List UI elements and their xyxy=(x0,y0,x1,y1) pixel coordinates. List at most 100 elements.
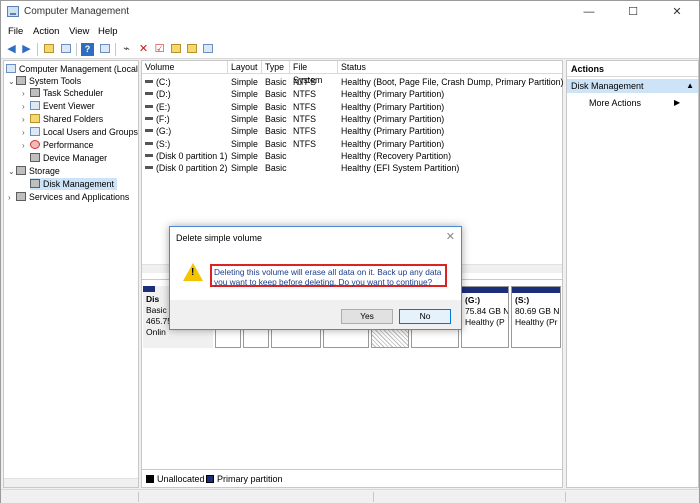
table-cell[interactable]: NTFS xyxy=(293,138,340,150)
partition-s[interactable]: (S:) 80.69 GB N Healthy (Pr xyxy=(511,286,561,348)
minimize-button[interactable]: — xyxy=(567,1,611,23)
up-folder-icon[interactable] xyxy=(42,43,55,56)
forward-icon[interactable]: ▶ xyxy=(20,43,33,56)
tree-device-manager[interactable]: Device Manager xyxy=(30,152,107,164)
chevron-right-icon[interactable]: › xyxy=(22,140,30,152)
collapse-up-icon[interactable]: ▲ xyxy=(686,79,694,93)
search-folder-icon[interactable] xyxy=(185,43,198,56)
table-cell[interactable]: Basic xyxy=(265,138,292,150)
chevron-right-icon[interactable]: › xyxy=(22,101,30,113)
no-button[interactable]: No xyxy=(399,309,451,324)
connect-icon[interactable]: ⌁ xyxy=(120,43,133,56)
shared-folder-icon xyxy=(30,114,40,123)
table-cell[interactable]: Simple xyxy=(231,88,264,100)
menu-action[interactable]: Action xyxy=(33,26,59,37)
tree-event-viewer[interactable]: › Event Viewer xyxy=(22,100,95,112)
menu-view[interactable]: View xyxy=(69,26,89,37)
column-layout[interactable]: Layout xyxy=(228,61,262,74)
dialog-message: Deleting this volume will erase all data… xyxy=(210,264,447,287)
table-cell[interactable]: Simple xyxy=(231,101,264,113)
table-cell[interactable]: NTFS xyxy=(293,88,340,100)
computer-management-icon xyxy=(7,6,19,17)
actions-disk-management[interactable]: Disk Management ▲ xyxy=(567,79,698,93)
volume-cell[interactable]: (S:) xyxy=(145,138,229,150)
checklist-icon[interactable]: ☑ xyxy=(153,43,166,56)
chevron-right-icon[interactable]: › xyxy=(22,114,30,126)
show-hide-tree-icon[interactable] xyxy=(59,43,72,56)
tree-shared-folders[interactable]: › Shared Folders xyxy=(22,113,103,125)
table-cell[interactable]: Simple xyxy=(231,138,264,150)
chevron-right-icon[interactable]: › xyxy=(22,127,30,139)
table-cell[interactable] xyxy=(293,162,340,174)
column-status[interactable]: Status xyxy=(338,61,562,74)
tree-task-scheduler[interactable]: › Task Scheduler xyxy=(22,87,103,99)
table-cell[interactable]: Simple xyxy=(231,150,264,162)
table-cell[interactable]: Basic xyxy=(265,162,292,174)
volume-cell[interactable]: (Disk 0 partition 1) xyxy=(145,150,229,162)
tree-local-users[interactable]: › Local Users and Groups xyxy=(22,126,138,138)
table-cell[interactable]: NTFS xyxy=(293,113,340,125)
list-view-icon[interactable] xyxy=(201,43,214,56)
table-cell[interactable]: Basic xyxy=(265,76,292,88)
table-cell[interactable]: Healthy (Boot, Page File, Crash Dump, Pr… xyxy=(341,76,563,88)
table-cell[interactable]: Basic xyxy=(265,88,292,100)
column-file-system[interactable]: File System xyxy=(290,61,338,85)
chevron-right-icon[interactable]: › xyxy=(22,88,30,100)
chevron-right-icon[interactable]: › xyxy=(8,192,16,204)
more-actions[interactable]: More Actions ▶ xyxy=(589,98,680,108)
table-cell[interactable]: Simple xyxy=(231,113,264,125)
help-icon[interactable]: ? xyxy=(81,43,94,56)
table-cell[interactable]: Basic xyxy=(265,125,292,137)
folder-icon[interactable] xyxy=(169,43,182,56)
table-cell[interactable]: Basic xyxy=(265,113,292,125)
table-cell[interactable]: Simple xyxy=(231,162,264,174)
window-title: Computer Management xyxy=(24,6,130,17)
table-cell[interactable]: Simple xyxy=(231,125,264,137)
menu-file[interactable]: File xyxy=(8,26,23,37)
dialog-close-icon[interactable]: ✕ xyxy=(446,230,455,243)
tree-services[interactable]: › Services and Applications xyxy=(8,191,129,203)
properties-icon[interactable] xyxy=(98,43,111,56)
volume-icon xyxy=(145,166,153,170)
tree-storage[interactable]: ⌄ Storage xyxy=(8,165,60,177)
yes-button[interactable]: Yes xyxy=(341,309,393,324)
volume-cell[interactable]: (E:) xyxy=(145,101,229,113)
table-cell[interactable]: NTFS xyxy=(293,125,340,137)
table-cell[interactable]: Healthy (EFI System Partition) xyxy=(341,162,563,174)
volume-cell[interactable]: (Disk 0 partition 2) xyxy=(145,162,229,174)
tree-performance[interactable]: › Performance xyxy=(22,139,93,151)
table-cell[interactable] xyxy=(293,150,340,162)
volume-cell[interactable]: (D:) xyxy=(145,88,229,100)
tree-root[interactable]: Computer Management (Local xyxy=(6,63,138,75)
table-cell[interactable]: NTFS xyxy=(293,101,340,113)
table-cell[interactable]: Basic xyxy=(265,101,292,113)
table-cell[interactable]: Simple xyxy=(231,76,264,88)
maximize-button[interactable]: ☐ xyxy=(611,1,655,23)
table-cell[interactable]: NTFS xyxy=(293,76,340,88)
volume-cell[interactable]: (G:) xyxy=(145,125,229,137)
chevron-down-icon[interactable]: ⌄ xyxy=(8,166,16,178)
chevron-down-icon[interactable]: ⌄ xyxy=(8,76,16,88)
volume-cell[interactable]: (C:) xyxy=(145,76,229,88)
computer-icon xyxy=(6,64,16,73)
delete-icon[interactable]: ✕ xyxy=(137,43,150,56)
actions-header: Actions xyxy=(567,61,698,77)
close-button[interactable]: ✕ xyxy=(655,1,699,23)
table-cell[interactable]: Healthy (Primary Partition) xyxy=(341,138,563,150)
tree-disk-management[interactable]: Disk Management xyxy=(30,178,117,190)
table-cell[interactable]: Healthy (Recovery Partition) xyxy=(341,150,563,162)
table-cell[interactable]: Healthy (Primary Partition) xyxy=(341,88,563,100)
column-type[interactable]: Type xyxy=(262,61,290,74)
column-volume[interactable]: Volume xyxy=(142,61,228,74)
volume-cell[interactable]: (F:) xyxy=(145,113,229,125)
tree-system-tools[interactable]: ⌄ System Tools xyxy=(8,75,81,87)
tree-horizontal-scrollbar[interactable] xyxy=(4,478,138,487)
menu-help[interactable]: Help xyxy=(98,26,118,37)
table-cell[interactable]: Healthy (Primary Partition) xyxy=(341,125,563,137)
partition-g[interactable]: (G:) 75.84 GB N Healthy (P xyxy=(461,286,509,348)
table-cell[interactable]: Healthy (Primary Partition) xyxy=(341,113,563,125)
table-cell[interactable]: Healthy (Primary Partition) xyxy=(341,101,563,113)
table-cell[interactable]: Basic xyxy=(265,150,292,162)
storage-icon xyxy=(16,166,26,175)
back-icon[interactable]: ◀ xyxy=(5,43,18,56)
